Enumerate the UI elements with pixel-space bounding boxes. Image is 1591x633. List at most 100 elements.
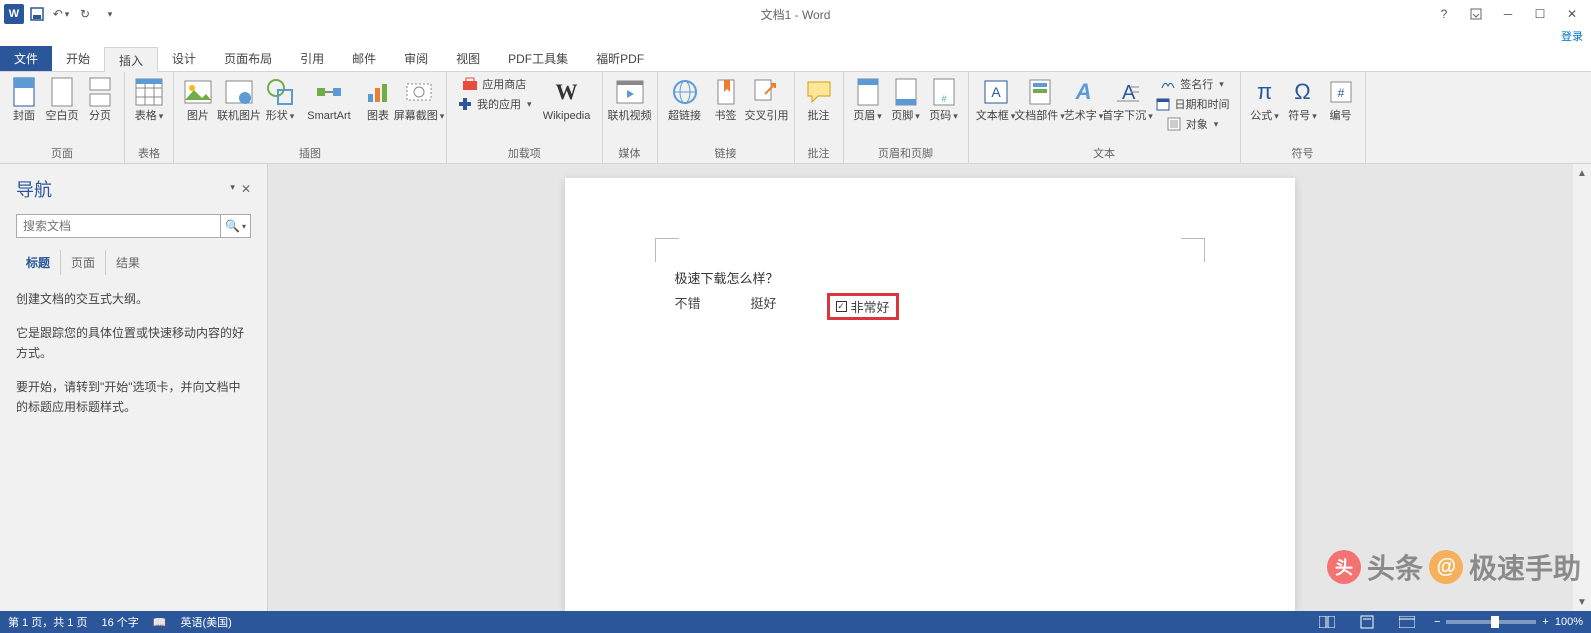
- status-language[interactable]: 英语(美国): [180, 614, 231, 630]
- quick-parts-button[interactable]: 文档部件▾: [1019, 74, 1061, 123]
- status-proofing-icon[interactable]: 📖: [153, 616, 167, 629]
- document-title: 文档1 - Word: [761, 6, 831, 23]
- group-header-footer: 页眉▾ 页脚▾ #页码▾ 页眉和页脚: [844, 72, 969, 163]
- tab-pdf-tools[interactable]: PDF工具集: [494, 46, 582, 71]
- group-links: 超链接 书签 交叉引用 链接: [658, 72, 795, 163]
- cover-page-button[interactable]: 封面: [6, 74, 42, 123]
- datetime-button[interactable]: 日期和时间: [1151, 94, 1234, 114]
- tab-view[interactable]: 视图: [442, 46, 494, 71]
- maximize-button[interactable]: ☐: [1525, 3, 1555, 25]
- tab-file[interactable]: 文件: [0, 46, 52, 71]
- option-1[interactable]: 不错: [675, 293, 701, 320]
- table-button[interactable]: 表格▾: [131, 74, 167, 123]
- close-button[interactable]: ✕: [1557, 3, 1587, 25]
- window-controls: ? ─ ☐ ✕: [1429, 3, 1587, 25]
- nav-options-button[interactable]: ▾: [230, 182, 235, 196]
- tab-review[interactable]: 审阅: [390, 46, 442, 71]
- help-button[interactable]: ?: [1429, 3, 1459, 25]
- hyperlink-button[interactable]: 超链接: [664, 74, 706, 123]
- save-button[interactable]: [26, 3, 48, 25]
- zoom-out-button[interactable]: −: [1434, 616, 1440, 628]
- qat-customize-button[interactable]: ▾: [98, 3, 120, 25]
- redo-button[interactable]: ↻: [74, 3, 96, 25]
- screenshot-button[interactable]: 屏幕截图▾: [398, 74, 440, 123]
- nav-tab-results[interactable]: 结果: [106, 250, 150, 275]
- blank-page-button[interactable]: 空白页: [44, 74, 80, 123]
- cross-reference-button[interactable]: 交叉引用: [746, 74, 788, 123]
- online-pictures-button[interactable]: 联机图片: [218, 74, 260, 123]
- group-symbols: π公式▾ Ω符号▾ #编号 符号: [1241, 72, 1366, 163]
- zoom-in-button[interactable]: +: [1542, 616, 1548, 628]
- group-media: 联机视频 媒体: [603, 72, 658, 163]
- scroll-track[interactable]: [1573, 182, 1591, 593]
- search-button[interactable]: 🔍▾: [220, 215, 250, 237]
- scroll-down-button[interactable]: ▼: [1573, 593, 1591, 611]
- nav-tab-pages[interactable]: 页面: [61, 250, 106, 275]
- view-read-mode-button[interactable]: [1314, 613, 1340, 631]
- login-link[interactable]: 登录: [0, 28, 1591, 46]
- doc-question[interactable]: 极速下载怎么样？: [675, 268, 1185, 287]
- nav-help-text-1: 创建文档的交互式大纲。: [16, 289, 251, 309]
- addins-icon: [457, 96, 473, 112]
- nav-close-button[interactable]: ✕: [241, 182, 251, 196]
- ribbon-display-button[interactable]: [1461, 3, 1491, 25]
- option-2[interactable]: 挺好: [751, 293, 777, 320]
- checkbox-icon[interactable]: ✓: [836, 301, 847, 312]
- search-input[interactable]: [17, 215, 220, 237]
- status-bar: 第 1 页，共 1 页 16 个字 📖 英语(美国) − + 100%: [0, 611, 1591, 633]
- group-illustrations: 图片 联机图片 形状▾ SmartArt 图表 屏幕截图▾ 插图: [174, 72, 447, 163]
- status-page[interactable]: 第 1 页，共 1 页: [8, 614, 87, 630]
- tab-references[interactable]: 引用: [286, 46, 338, 71]
- shapes-button[interactable]: 形状▾: [262, 74, 298, 123]
- svg-text:A: A: [991, 84, 1001, 100]
- smartart-button[interactable]: SmartArt: [300, 74, 358, 123]
- header-button[interactable]: 页眉▾: [850, 74, 886, 123]
- store-button[interactable]: 应用商店: [458, 74, 530, 94]
- page-break-icon: [84, 76, 116, 108]
- undo-button[interactable]: ↶▾: [50, 3, 72, 25]
- document-page[interactable]: 极速下载怎么样？ 不错 挺好 ✓ 非常好: [565, 178, 1295, 611]
- group-tables: 表格▾ 表格: [125, 72, 174, 163]
- zoom-slider[interactable]: [1446, 620, 1536, 624]
- tab-design[interactable]: 设计: [158, 46, 210, 71]
- chart-button[interactable]: 图表: [360, 74, 396, 123]
- quick-access-toolbar: W ↶▾ ↻ ▾: [0, 3, 120, 25]
- zoom-value[interactable]: 100%: [1555, 616, 1583, 628]
- dropcap-button[interactable]: A首字下沉▾: [1107, 74, 1149, 123]
- bookmark-button[interactable]: 书签: [708, 74, 744, 123]
- symbol-button[interactable]: Ω符号▾: [1285, 74, 1321, 123]
- online-video-button[interactable]: 联机视频: [609, 74, 651, 123]
- textbox-button[interactable]: A文本框▾: [975, 74, 1017, 123]
- wordart-button[interactable]: A艺术字▾: [1063, 74, 1105, 123]
- wikipedia-icon: W: [551, 76, 583, 108]
- tab-insert[interactable]: 插入: [104, 47, 158, 72]
- footer-icon: [890, 76, 922, 108]
- signature-line-button[interactable]: 签名行▾: [1156, 74, 1228, 94]
- nav-tab-headings[interactable]: 标题: [16, 250, 61, 275]
- vertical-scrollbar[interactable]: ▲ ▼: [1573, 164, 1591, 611]
- main-area: 导航 ▾ ✕ 🔍▾ 标题 页面 结果 创建文档的交互式大纲。 它是跟踪您的具体位…: [0, 164, 1591, 611]
- object-icon: [1166, 116, 1182, 132]
- document-area[interactable]: 极速下载怎么样？ 不错 挺好 ✓ 非常好 ▲ ▼: [268, 164, 1591, 611]
- scroll-up-button[interactable]: ▲: [1573, 164, 1591, 182]
- my-addins-button[interactable]: 我的应用▾: [453, 94, 536, 114]
- object-button[interactable]: 对象▾: [1162, 114, 1223, 134]
- footer-button[interactable]: 页脚▾: [888, 74, 924, 123]
- comment-button[interactable]: 批注: [801, 74, 837, 123]
- status-word-count[interactable]: 16 个字: [101, 614, 138, 630]
- minimize-button[interactable]: ─: [1493, 3, 1523, 25]
- number-button[interactable]: #编号: [1323, 74, 1359, 123]
- tab-home[interactable]: 开始: [52, 46, 104, 71]
- pictures-button[interactable]: 图片: [180, 74, 216, 123]
- wikipedia-button[interactable]: WWikipedia: [538, 74, 596, 123]
- option-3-highlighted[interactable]: ✓ 非常好: [827, 293, 899, 320]
- page-break-button[interactable]: 分页: [82, 74, 118, 123]
- tab-mailings[interactable]: 邮件: [338, 46, 390, 71]
- tab-foxit-pdf[interactable]: 福昕PDF: [582, 46, 658, 71]
- view-print-layout-button[interactable]: [1354, 613, 1380, 631]
- tab-layout[interactable]: 页面布局: [210, 46, 286, 71]
- view-web-layout-button[interactable]: [1394, 613, 1420, 631]
- video-icon: [614, 76, 646, 108]
- equation-button[interactable]: π公式▾: [1247, 74, 1283, 123]
- page-number-button[interactable]: #页码▾: [926, 74, 962, 123]
